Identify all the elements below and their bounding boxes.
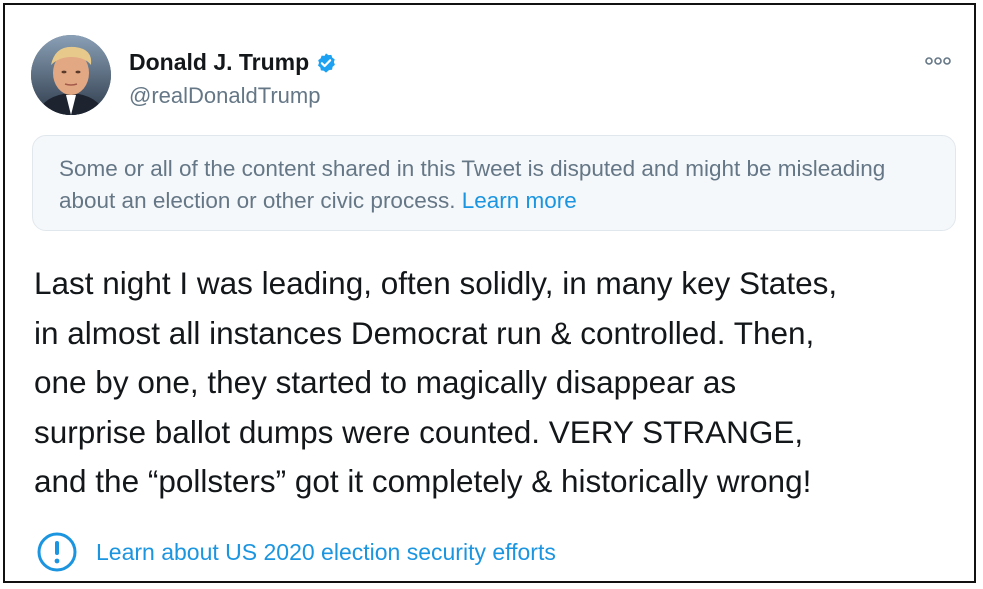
tweet-line: one by one, they started to magically di…	[34, 364, 737, 400]
election-security-link[interactable]: Learn about US 2020 election security ef…	[36, 531, 556, 573]
verified-badge-icon	[318, 52, 336, 73]
user-name[interactable]: Donald J. Trump	[129, 49, 309, 76]
avatar-image	[31, 35, 111, 115]
tweet-line: Last night I was leading, often solidly,…	[34, 265, 838, 301]
disputed-content-notice: Some or all of the content shared in thi…	[32, 135, 956, 231]
election-security-label[interactable]: Learn about US 2020 election security ef…	[96, 539, 556, 566]
tweet-card: Donald J. Trump @realDonaldTrump Some or…	[3, 3, 976, 583]
tweet-line: and the “pollsters” got it completely & …	[34, 463, 812, 499]
tweet-line: in almost all instances Democrat run & c…	[34, 314, 815, 351]
more-options-icon[interactable]	[921, 51, 955, 71]
user-handle[interactable]: @realDonaldTrump	[129, 83, 320, 109]
user-name-row[interactable]: Donald J. Trump	[129, 49, 337, 76]
learn-more-link[interactable]: Learn more	[462, 188, 577, 213]
tweet-body: Last night I was leading, often solidly,…	[34, 259, 974, 507]
exclamation-circle-icon	[37, 532, 77, 572]
tweet-line: surprise ballot dumps were counted. VERY…	[34, 413, 804, 450]
avatar[interactable]	[31, 35, 111, 115]
